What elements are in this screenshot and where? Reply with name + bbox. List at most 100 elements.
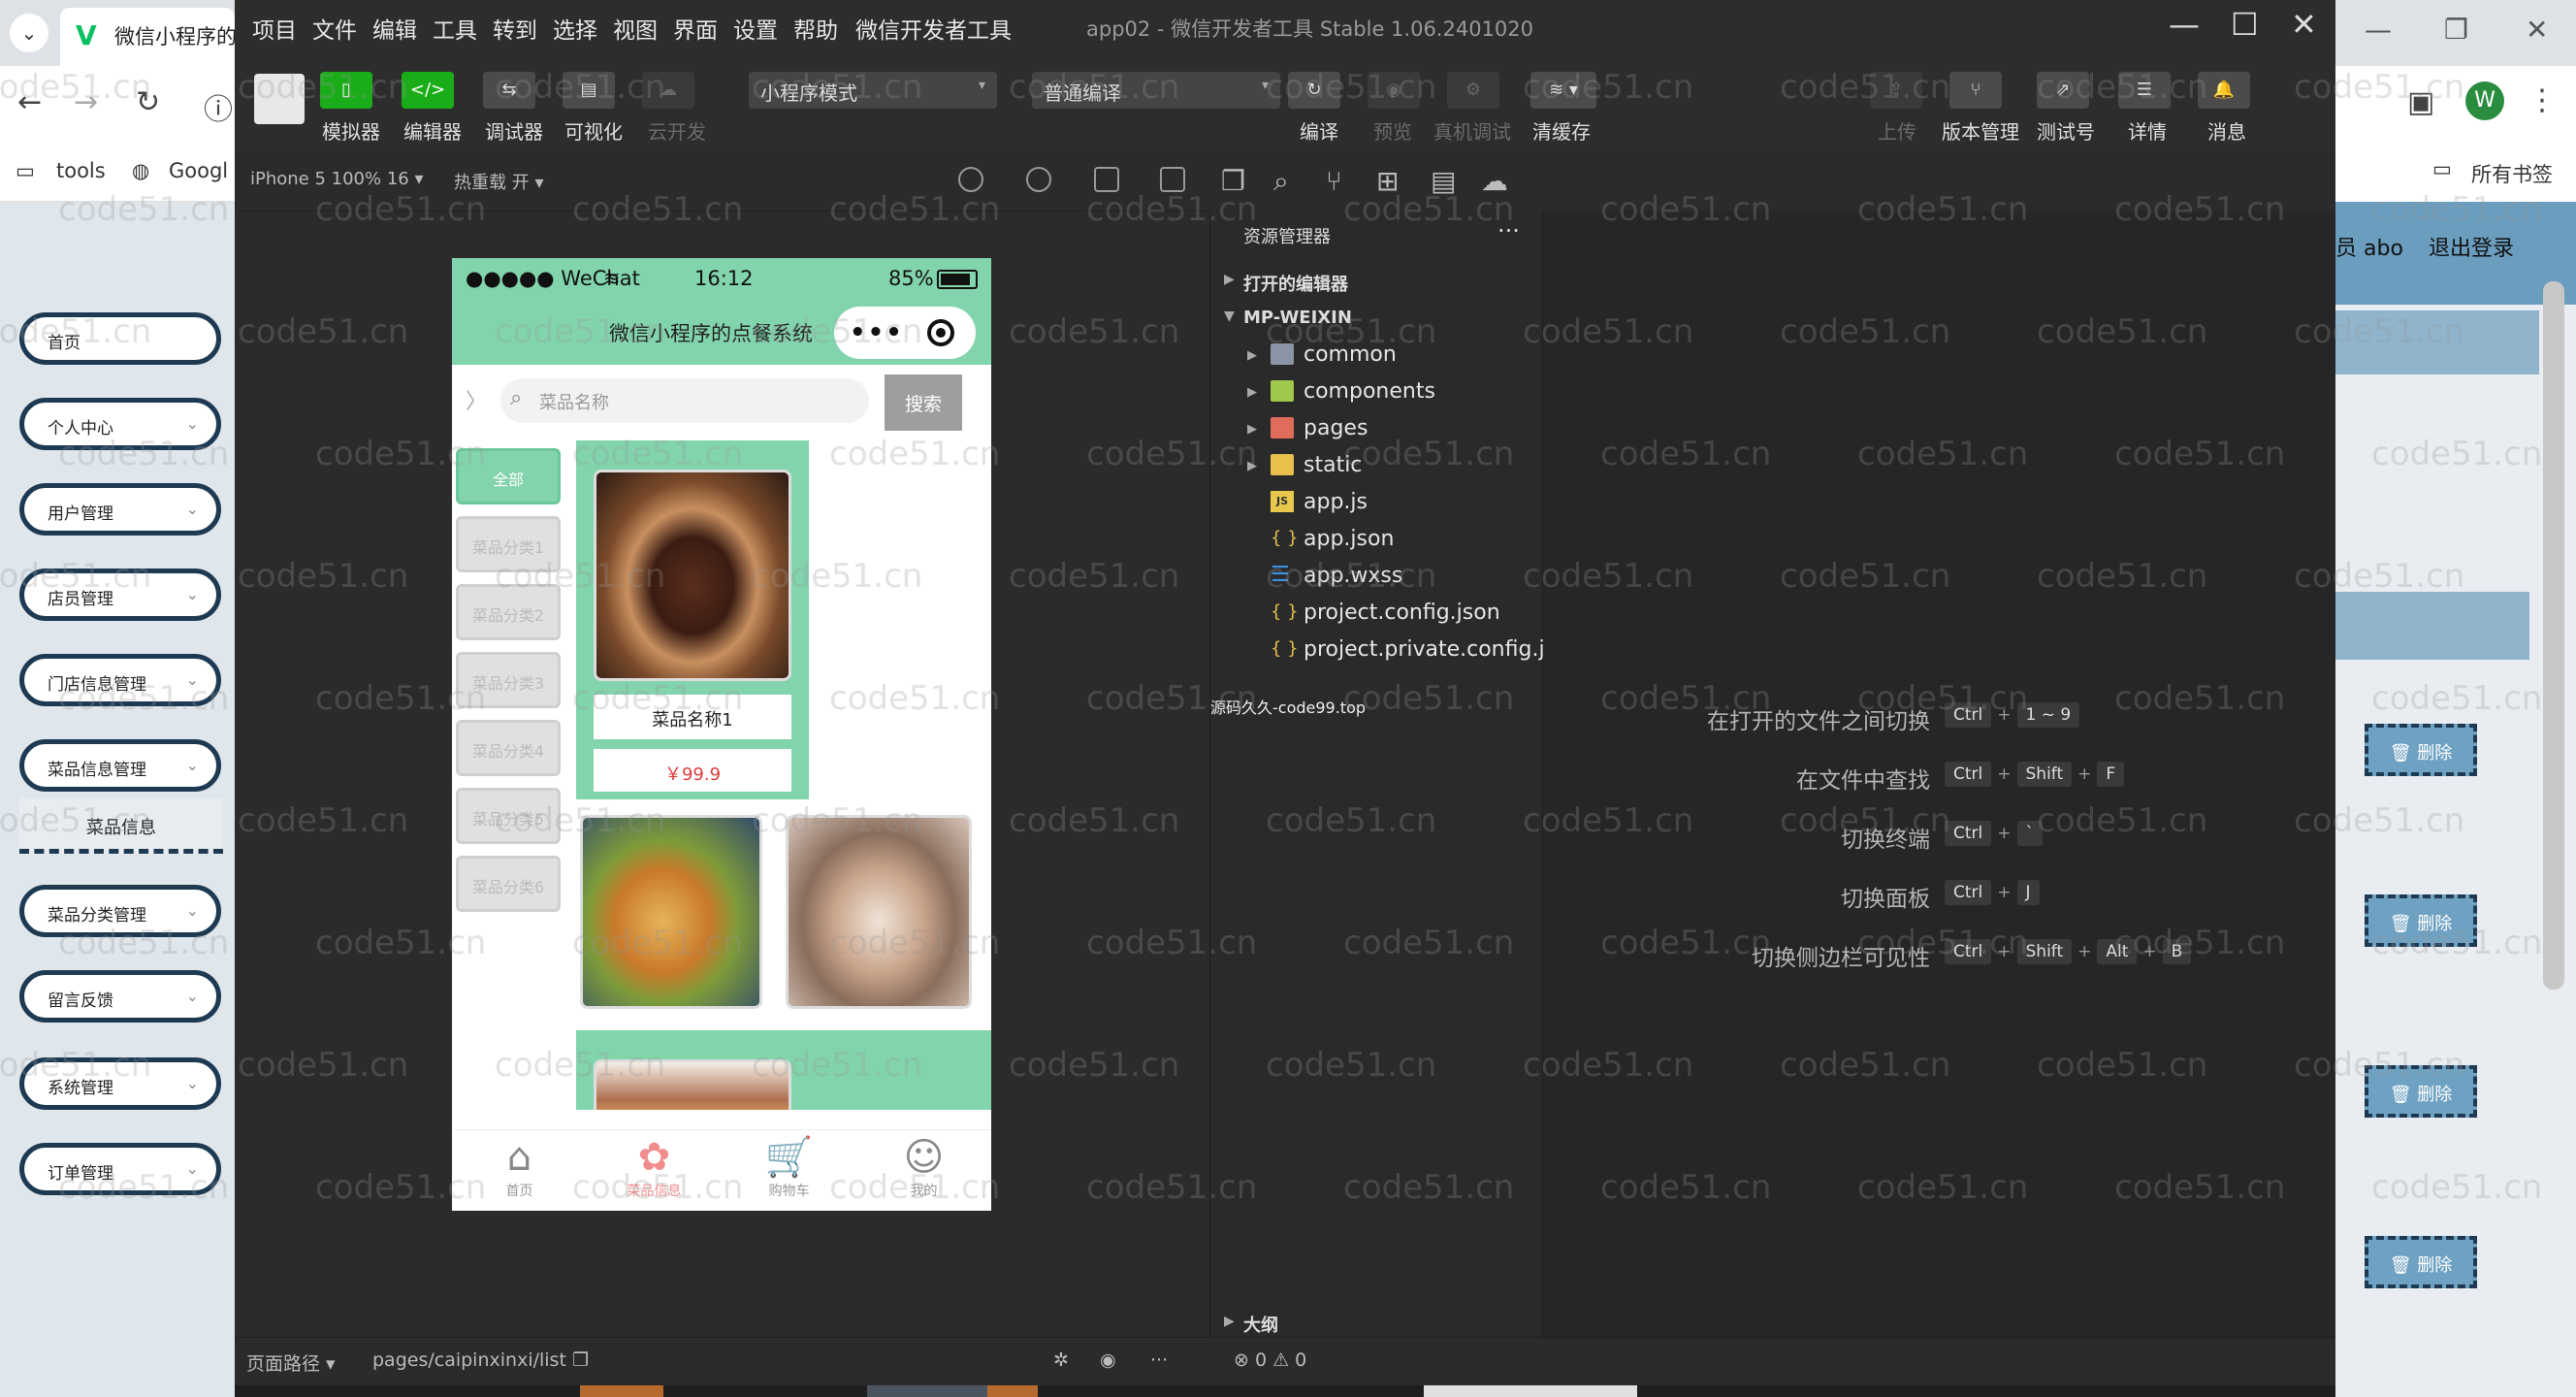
- page-path-select[interactable]: 页面路径 ▾: [246, 1349, 336, 1376]
- source-control-icon[interactable]: ⑂: [1326, 165, 1342, 197]
- file-item[interactable]: ☰ app.wxss: [1210, 559, 1544, 596]
- folder-item[interactable]: ▶ components: [1210, 374, 1544, 411]
- folder-item[interactable]: ▶ static: [1210, 448, 1544, 485]
- close-icon[interactable]: ✕: [2526, 14, 2548, 46]
- device-select[interactable]: iPhone 5 100% 16 ▾: [250, 169, 424, 189]
- forward-icon[interactable]: →: [74, 85, 98, 119]
- admin-menu-item[interactable]: 用户管理 ⌄: [19, 483, 221, 536]
- menu-item[interactable]: 界面: [673, 12, 718, 45]
- folder-item[interactable]: ▶ common: [1210, 338, 1544, 374]
- phone-tab-item[interactable]: ☺ 我的: [856, 1134, 991, 1200]
- menu-item[interactable]: 帮助: [793, 12, 838, 45]
- category-item[interactable]: 菜品分类3: [456, 652, 561, 708]
- details-button[interactable]: ☰: [2118, 72, 2171, 109]
- admin-menu-item[interactable]: 菜品分类管理 ⌄: [19, 885, 221, 937]
- category-item[interactable]: 菜品分类2: [456, 584, 561, 640]
- avatar[interactable]: [254, 74, 305, 124]
- docker-icon[interactable]: ☁: [1481, 165, 1508, 197]
- version-button[interactable]: ⑂: [1949, 72, 2002, 109]
- debugger-toggle[interactable]: ⇆: [483, 72, 535, 109]
- phone-tab-item[interactable]: ✿ 菜品信息: [587, 1134, 722, 1200]
- sidebar-icon[interactable]: ▣: [2407, 85, 2434, 119]
- project-section[interactable]: ▼ MP-WEIXIN: [1210, 301, 1544, 336]
- minimize-icon[interactable]: —: [2365, 14, 2392, 46]
- hot-reload-select[interactable]: 热重载 开 ▾: [454, 169, 543, 194]
- admin-menu-item[interactable]: 订单管理 ⌄: [19, 1143, 221, 1195]
- outline-section[interactable]: ▶ 大纲: [1210, 1310, 1544, 1337]
- close-miniprogram-icon[interactable]: [927, 319, 954, 346]
- category-item[interactable]: 菜品分类5: [456, 788, 561, 844]
- category-item[interactable]: 菜品分类1: [456, 516, 561, 572]
- mode-select[interactable]: 小程序模式 ▾: [749, 72, 997, 109]
- admin-menu-item[interactable]: 个人中心 ⌄: [19, 398, 221, 450]
- refresh-icon[interactable]: [958, 167, 983, 192]
- food-card[interactable]: [576, 1030, 991, 1110]
- menu-item[interactable]: 工具: [433, 12, 477, 45]
- browser-tab[interactable]: V 微信小程序的: [60, 8, 235, 66]
- folder-item[interactable]: ▶ pages: [1210, 411, 1544, 448]
- storage-icon[interactable]: ▤: [1431, 165, 1456, 197]
- copy-icon[interactable]: ❐: [572, 1349, 589, 1371]
- cloud-button[interactable]: ☁: [642, 72, 694, 109]
- phone-tab-item[interactable]: 🛒 购物车: [722, 1134, 856, 1200]
- admin-menu-item[interactable]: 门店信息管理 ⌄: [19, 654, 221, 706]
- admin-submenu-item[interactable]: 菜品信息: [19, 797, 223, 854]
- delete-button[interactable]: 🗑 删除: [2365, 1236, 2477, 1288]
- category-item[interactable]: 菜品分类4: [456, 720, 561, 776]
- phone-icon[interactable]: [1094, 167, 1119, 192]
- menu-item[interactable]: 微信开发者工具: [855, 12, 1012, 45]
- delete-button[interactable]: 🗑 删除: [2365, 894, 2477, 947]
- popout-icon[interactable]: [1160, 167, 1185, 192]
- test-account-button[interactable]: ⇗: [2037, 72, 2089, 109]
- search-input[interactable]: ⌕ 菜品名称: [500, 378, 869, 423]
- problems-counter[interactable]: ⊗ 0 ⚠ 0: [1234, 1349, 1306, 1371]
- back-icon[interactable]: ←: [17, 85, 42, 119]
- maximize-icon[interactable]: ☐: [2231, 6, 2259, 43]
- preview-button[interactable]: ◉: [1368, 72, 1420, 109]
- admin-menu-item[interactable]: 系统管理 ⌄: [19, 1057, 221, 1110]
- menu-item[interactable]: 视图: [613, 12, 658, 45]
- chevron-right-icon[interactable]: 〉: [466, 384, 487, 415]
- admin-menu-item[interactable]: 菜品信息管理 ⌄: [19, 739, 221, 792]
- visual-toggle[interactable]: ▤: [563, 72, 615, 109]
- menu-item[interactable]: 选择: [553, 12, 597, 45]
- search-icon[interactable]: ⌕: [1273, 165, 1289, 198]
- open-editors-section[interactable]: ▶ 打开的编辑器: [1210, 264, 1544, 299]
- menu-item[interactable]: 编辑: [372, 12, 417, 45]
- admin-menu-item[interactable]: 留言反馈 ⌄: [19, 970, 221, 1023]
- file-item[interactable]: JS app.js: [1210, 485, 1544, 522]
- site-info-icon[interactable]: ⓘ: [204, 85, 233, 128]
- more-menu-icon[interactable]: ⋮: [2528, 83, 2557, 117]
- search-button[interactable]: 搜索: [885, 374, 962, 431]
- simulator-toggle[interactable]: ▯: [320, 72, 372, 109]
- menu-item[interactable]: 项目: [252, 12, 297, 45]
- more-icon[interactable]: ···: [1150, 1349, 1168, 1371]
- editor-toggle[interactable]: </>: [402, 72, 454, 109]
- menu-item[interactable]: 转到: [493, 12, 537, 45]
- delete-button[interactable]: 🗑 删除: [2365, 1065, 2477, 1118]
- stop-icon[interactable]: [1026, 167, 1051, 192]
- phone-tab-item[interactable]: ⌂ 首页: [452, 1134, 587, 1200]
- compile-button[interactable]: ↻: [1288, 72, 1340, 109]
- category-item[interactable]: 全部: [456, 448, 561, 504]
- file-item[interactable]: { } app.json: [1210, 522, 1544, 559]
- all-bookmarks[interactable]: 所有书签: [2471, 159, 2553, 188]
- bookmark-google[interactable]: Googl: [169, 159, 228, 182]
- more-icon[interactable]: •••: [850, 318, 904, 347]
- tab-list-chevron[interactable]: ⌄: [10, 14, 48, 52]
- logout-link[interactable]: 退出登录: [2429, 231, 2514, 262]
- bookmark-tools[interactable]: tools: [56, 159, 106, 182]
- category-item[interactable]: 菜品分类6: [456, 856, 561, 912]
- file-item[interactable]: { }project.private.config.js...: [1210, 633, 1544, 669]
- close-icon[interactable]: ✕: [2291, 6, 2317, 43]
- minimize-icon[interactable]: —: [2169, 6, 2200, 43]
- more-icon[interactable]: ···: [1497, 217, 1520, 244]
- food-image[interactable]: [580, 815, 762, 1009]
- compile-mode-select[interactable]: 普通编译 ▾: [1032, 72, 1280, 109]
- upload-button[interactable]: ⇪: [1870, 72, 1922, 109]
- explorer-icon[interactable]: ❐: [1221, 165, 1245, 197]
- page-scrollbar[interactable]: [2543, 281, 2564, 990]
- real-debug-button[interactable]: ⚙: [1447, 72, 1499, 109]
- food-card[interactable]: 菜品名称1 ￥99.9: [576, 440, 809, 799]
- restore-icon[interactable]: ❐: [2444, 14, 2468, 46]
